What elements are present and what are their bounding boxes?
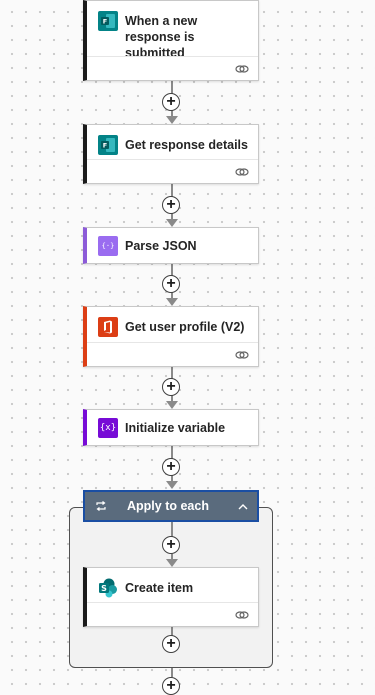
connector-line	[171, 522, 173, 537]
svg-text:F: F	[103, 142, 107, 150]
card-footer	[87, 602, 258, 626]
svg-text:S: S	[101, 584, 107, 593]
step-title: Apply to each	[127, 499, 209, 513]
step-title: Parse JSON	[125, 238, 197, 253]
apply-to-each-header[interactable]: Apply to each	[83, 490, 259, 522]
initialize-variable-card[interactable]: {x} Initialize variable	[83, 409, 259, 446]
office365-icon	[98, 317, 118, 337]
insert-step-button[interactable]: +	[162, 378, 180, 396]
svg-text:F: F	[103, 18, 107, 26]
step-title: Initialize variable	[125, 420, 226, 435]
connector-line	[171, 668, 173, 677]
connector-arrow	[166, 559, 178, 567]
step-title: Create item	[125, 581, 194, 595]
link-icon	[235, 168, 249, 176]
insert-step-button[interactable]: +	[162, 536, 180, 554]
step-title: Get user profile (V2)	[125, 320, 245, 334]
data-operation-icon: {·}	[98, 235, 118, 256]
link-icon	[235, 65, 249, 73]
loop-icon	[96, 501, 106, 511]
step-title: Get response details	[125, 138, 248, 152]
link-icon	[235, 611, 249, 619]
connector-arrow	[166, 116, 178, 124]
sharepoint-icon: S	[98, 578, 118, 598]
chevron-up-icon[interactable]	[237, 501, 249, 513]
variable-icon: {x}	[98, 417, 118, 438]
card-footer	[87, 342, 258, 366]
insert-step-button[interactable]: +	[162, 275, 180, 293]
parse-json-card[interactable]: {·} Parse JSON	[83, 227, 259, 264]
get-response-details-card[interactable]: F Get response details	[83, 124, 259, 184]
get-user-profile-card[interactable]: Get user profile (V2)	[83, 306, 259, 367]
connector-arrow	[166, 401, 178, 409]
insert-step-button[interactable]: +	[162, 93, 180, 111]
connector-arrow	[166, 219, 178, 227]
insert-step-button[interactable]: +	[162, 635, 180, 653]
create-item-card[interactable]: S Create item	[83, 567, 259, 627]
forms-icon: F	[98, 135, 118, 155]
connector-arrow	[166, 298, 178, 306]
data-operation-glyph: {·}	[101, 241, 115, 250]
trigger-card[interactable]: F When a new response is submitted	[83, 0, 259, 81]
insert-step-button[interactable]: +	[162, 677, 180, 695]
variable-glyph: {x}	[99, 422, 117, 433]
insert-step-button[interactable]: +	[162, 458, 180, 476]
insert-step-button[interactable]: +	[162, 196, 180, 214]
card-footer	[87, 159, 258, 183]
card-footer	[87, 56, 258, 80]
forms-icon: F	[98, 11, 118, 31]
link-icon	[235, 351, 249, 359]
step-title: When a new response is submitted	[125, 14, 198, 60]
connector-arrow	[166, 481, 178, 489]
